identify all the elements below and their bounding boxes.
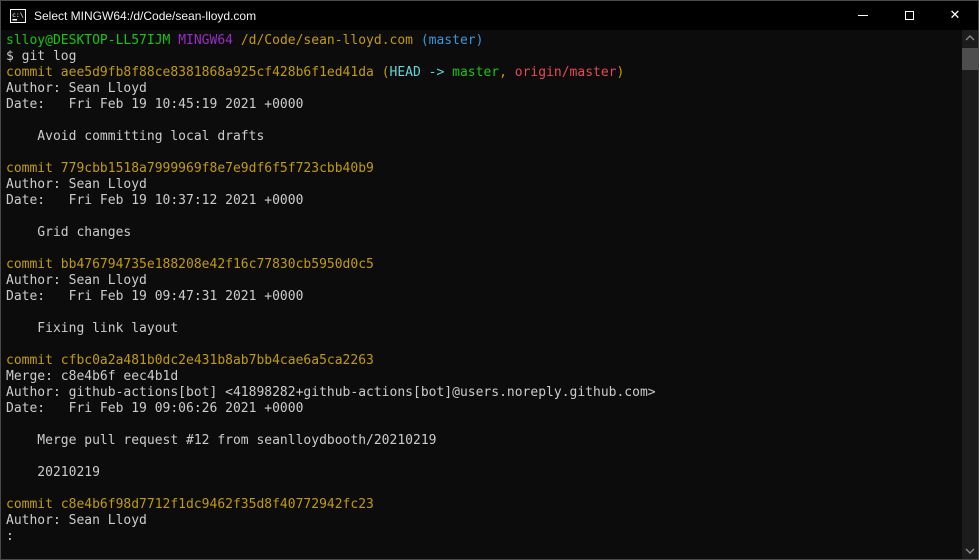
maximize-button[interactable] [886,1,932,30]
minimize-icon [858,15,868,16]
terminal-line: slloy@DESKTOP-LL57IJM MINGW64 /d/Code/se… [6,33,484,48]
terminal-line: Author: Sean Lloyd [6,81,147,96]
terminal-line: 20210219 [6,465,100,480]
terminal-window: c:\ Select MINGW64:/d/Code/sean-lloyd.co… [0,0,979,560]
maximize-icon [904,11,914,20]
terminal-line: Author: github-actions[bot] <41898282+gi… [6,385,656,400]
terminal-line: commit 779cbb1518a7999969f8e7e9df6f5f723… [6,161,374,176]
terminal-line: Author: Sean Lloyd [6,273,147,288]
terminal-line: Date: Fri Feb 19 10:37:12 2021 +0000 [6,193,304,208]
chevron-up-icon [965,35,975,41]
terminal-line: : [6,529,14,544]
window-controls: ✕ [840,1,978,30]
scroll-down-button[interactable] [962,543,978,559]
close-button[interactable]: ✕ [932,1,978,30]
terminal-line: commit c8e4b6f98d7712f1dc9462f35d8f40772… [6,497,374,512]
terminal-line: Author: Sean Lloyd [6,513,147,528]
console-icon[interactable]: c:\ [10,8,26,23]
title-bar[interactable]: c:\ Select MINGW64:/d/Code/sean-lloyd.co… [1,1,978,30]
terminal-line: Merge: c8e4b6f eec4b1d [6,369,179,384]
chevron-down-icon [965,548,975,554]
scrollbar-thumb[interactable] [962,48,978,70]
terminal-line: Grid changes [6,225,132,240]
close-icon: ✕ [949,8,961,23]
scrollbar[interactable] [962,30,978,559]
terminal-line: Date: Fri Feb 19 10:45:19 2021 +0000 [6,97,304,112]
svg-text:c:\: c:\ [12,11,24,19]
terminal-line: Date: Fri Feb 19 09:47:31 2021 +0000 [6,289,304,304]
scroll-up-button[interactable] [962,30,978,46]
terminal-line: Merge pull request #12 from seanlloydboo… [6,433,437,448]
minimize-button[interactable] [840,1,886,30]
terminal-line: Date: Fri Feb 19 09:06:26 2021 +0000 [6,401,304,416]
terminal-line: commit aee5d9fb8f88ce8381868a925cf428b6f… [6,65,625,80]
terminal-line: commit bb476794735e188208e42f16c77830cb5… [6,257,374,272]
terminal-output[interactable]: slloy@DESKTOP-LL57IJM MINGW64 /d/Code/se… [1,30,962,559]
window-title: Select MINGW64:/d/Code/sean-lloyd.com [34,8,257,23]
terminal-line: Author: Sean Lloyd [6,177,147,192]
terminal-line: $ git log [6,49,77,64]
terminal-line: Fixing link layout [6,321,179,336]
terminal-line: Avoid committing local drafts [6,129,265,144]
terminal-line: commit cfbc0a2a481b0dc2e431b8ab7bb4cae6a… [6,353,374,368]
